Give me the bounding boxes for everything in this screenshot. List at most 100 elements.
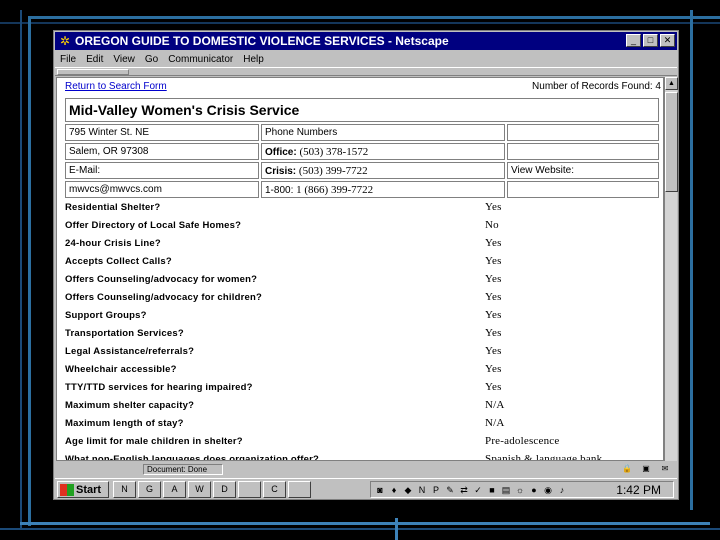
frame-line-top: [28, 16, 720, 19]
maximize-button[interactable]: □: [643, 34, 658, 47]
frame-line-left: [28, 16, 31, 526]
frame-line-bottom-2: [0, 528, 720, 530]
service-row: Maximum shelter capacity? N/A: [65, 397, 661, 415]
tray-icon-7[interactable]: ⇄: [458, 484, 470, 496]
tray-icons: ◙ ♦ ◆ N P ✎ ⇄ ✓ ■ ▤ ☼ ● ◉ ♪: [371, 484, 568, 496]
tray-icon-6[interactable]: ✎: [444, 484, 456, 496]
status-icons: 🔒 ▣ ✉: [619, 464, 673, 474]
system-tray: ◙ ♦ ◆ N P ✎ ⇄ ✓ ■ ▤ ☼ ● ◉ ♪ 1:42 PM: [370, 481, 674, 498]
email-value[interactable]: mwvcs@mwvcs.com: [65, 181, 259, 198]
component-bar-icon[interactable]: ▣: [638, 464, 654, 474]
tray-icon-4[interactable]: N: [416, 484, 428, 496]
task-word[interactable]: W: [188, 481, 211, 498]
task-app-5[interactable]: D: [213, 481, 236, 498]
menu-help[interactable]: Help: [238, 54, 269, 65]
task-app-8[interactable]: [288, 481, 311, 498]
service-row: Transportation Services? Yes: [65, 325, 661, 343]
crisis-number: (503) 399-7722: [298, 164, 368, 177]
tray-icon-12[interactable]: ●: [528, 484, 540, 496]
taskbar-clock: 1:42 PM: [616, 483, 661, 497]
office-number: (503) 378-1572: [299, 145, 369, 158]
menu-communicator[interactable]: Communicator: [163, 54, 238, 65]
start-label: Start: [76, 483, 102, 496]
mail-icon[interactable]: ✉: [657, 464, 673, 474]
records-found: Number of Records Found: 4: [532, 81, 661, 92]
menu-go[interactable]: Go: [140, 54, 163, 65]
frame-line-bottom: [20, 522, 710, 525]
close-button[interactable]: ✕: [660, 34, 675, 47]
service-question: Offers Counseling/advocacy for children?: [65, 292, 262, 303]
service-question: Support Groups?: [65, 310, 147, 321]
service-question: Legal Assistance/referrals?: [65, 346, 195, 357]
service-answer: Yes: [485, 363, 502, 375]
tray-icon-10[interactable]: ▤: [500, 484, 512, 496]
service-row: TTY/TTD services for hearing impaired? Ye…: [65, 379, 661, 397]
crisis-label: Crisis:: [265, 165, 297, 177]
tray-icon-9[interactable]: ■: [486, 484, 498, 496]
service-answer: Pre-adolescence: [485, 435, 560, 447]
service-question: Wheelchair accessible?: [65, 364, 177, 375]
task-app-3[interactable]: A: [163, 481, 186, 498]
windows-logo-icon: [60, 483, 74, 496]
service-row: Age limit for male children in shelter? P…: [65, 433, 661, 451]
phone-numbers-header: Phone Numbers: [261, 124, 505, 141]
organization-name: Mid-Valley Women's Crisis Service: [65, 98, 659, 122]
services-list: Residential Shelter? Yes Offer Directory o…: [65, 199, 661, 461]
service-answer: Yes: [485, 201, 502, 213]
service-row: Offer Directory of Local Safe Homes? No: [65, 217, 661, 235]
scroll-up-icon[interactable]: ▲: [665, 77, 678, 90]
tray-icon-3[interactable]: ◆: [402, 484, 414, 496]
service-question: TTY/TTD services for hearing impaired?: [65, 382, 253, 393]
page-content: Return to Search Form Number of Records …: [56, 77, 664, 461]
window-controls: _ □ ✕: [626, 34, 675, 47]
empty-cell: [507, 181, 659, 198]
service-answer: Yes: [485, 327, 502, 339]
status-text: Document: Done: [143, 464, 223, 475]
toolbar-grip[interactable]: [57, 69, 129, 75]
tray-icon-1[interactable]: ◙: [374, 484, 386, 496]
service-answer: Yes: [485, 273, 502, 285]
tray-icon-11[interactable]: ☼: [514, 484, 526, 496]
view-website-link[interactable]: View Website:: [507, 162, 659, 179]
title-bar[interactable]: ✲ OREGON GUIDE TO DOMESTIC VIOLENCE SERV…: [55, 32, 677, 50]
service-question: Maximum shelter capacity?: [65, 400, 195, 411]
task-app-2[interactable]: G: [138, 481, 161, 498]
empty-cell: [507, 124, 659, 141]
frame-line-top-2: [0, 22, 720, 24]
tray-icon-2[interactable]: ♦: [388, 484, 400, 496]
office-label: Office:: [265, 146, 297, 158]
speaker-icon[interactable]: ♪: [556, 484, 568, 496]
start-button[interactable]: Start: [57, 481, 109, 498]
service-row: Legal Assistance/referrals? Yes: [65, 343, 661, 361]
service-row: What non-English languages does organiza…: [65, 451, 661, 461]
taskbar-tasks: N G A W D C: [113, 481, 311, 498]
task-app-6[interactable]: [238, 481, 261, 498]
scroll-thumb[interactable]: [665, 92, 678, 192]
service-answer: N/A: [485, 399, 505, 411]
service-answer: Yes: [485, 255, 502, 267]
tollfree-number: 1 (866) 399-7722: [296, 183, 374, 196]
service-answer: Yes: [485, 291, 502, 303]
service-question: What non-English languages does organiza…: [65, 454, 320, 461]
service-question: Accepts Collect Calls?: [65, 256, 172, 267]
vertical-scrollbar[interactable]: ▲: [664, 77, 678, 461]
menu-edit[interactable]: Edit: [81, 54, 108, 65]
service-answer: N/A: [485, 417, 505, 429]
menu-view[interactable]: View: [108, 54, 140, 65]
tray-icon-8[interactable]: ✓: [472, 484, 484, 496]
service-row: Residential Shelter? Yes: [65, 199, 661, 217]
tray-icon-5[interactable]: P: [430, 484, 442, 496]
security-lock-icon[interactable]: 🔒: [619, 464, 635, 474]
service-row: Support Groups? Yes: [65, 307, 661, 325]
return-to-search-link[interactable]: Return to Search Form: [65, 81, 167, 92]
empty-cell: [507, 143, 659, 160]
menu-file[interactable]: File: [55, 54, 81, 65]
task-netscape[interactable]: N: [113, 481, 136, 498]
email-label: E-Mail:: [65, 162, 259, 179]
task-app-7[interactable]: C: [263, 481, 286, 498]
tollfree-phone-cell: 1-800: 1 (866) 399-7722: [261, 181, 505, 198]
minimize-button[interactable]: _: [626, 34, 641, 47]
collapsed-toolbar: [55, 67, 677, 76]
tray-icon-13[interactable]: ◉: [542, 484, 554, 496]
frame-line-bottom-tick: [395, 518, 398, 540]
